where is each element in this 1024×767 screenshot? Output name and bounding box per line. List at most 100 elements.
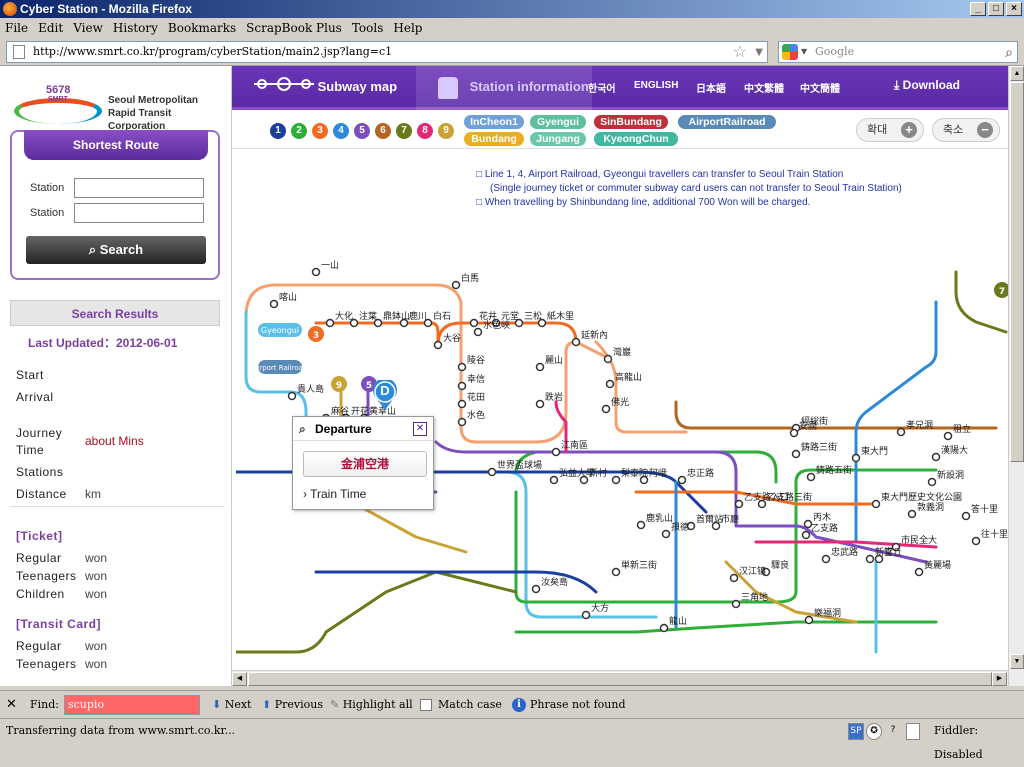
maximize-button[interactable]: □ <box>988 2 1004 16</box>
station-dot[interactable] <box>801 530 811 540</box>
station-label[interactable]: 孝兄洞 <box>906 420 933 431</box>
line-6-north-path[interactable] <box>674 400 998 430</box>
station-dot[interactable] <box>731 599 741 609</box>
station-label[interactable]: 江南區 <box>561 439 588 451</box>
station-label[interactable]: 汝矣島 <box>541 576 568 588</box>
fiddler-status[interactable]: Fiddler: Disabled <box>934 719 1024 767</box>
menu-scrapbook[interactable]: ScrapBook Plus <box>241 18 347 38</box>
close-find-icon[interactable]: ✕ <box>6 691 17 719</box>
station-dot[interactable] <box>806 472 816 482</box>
station-dot[interactable] <box>789 428 799 438</box>
station-label[interactable]: 租立 <box>953 423 971 435</box>
station-label[interactable]: 忠正路 <box>687 467 714 479</box>
station-dot[interactable] <box>611 567 621 577</box>
url-dropdown-icon[interactable]: ▼ <box>755 43 763 63</box>
station-label[interactable]: 花田 <box>467 391 485 403</box>
station-dot[interactable] <box>611 475 621 485</box>
line-7-button[interactable]: 7 <box>396 123 412 139</box>
scroll-down-arrow-icon[interactable]: ▼ <box>1010 654 1024 669</box>
station-dot[interactable] <box>457 399 467 409</box>
scroll-up-arrow-icon[interactable]: ▲ <box>1010 66 1024 81</box>
station-label[interactable]: 孭德 <box>671 521 689 533</box>
station-dot[interactable] <box>821 554 831 564</box>
station-dot[interactable] <box>473 327 483 337</box>
station-label[interactable]: 陵谷 <box>467 355 485 366</box>
help-icon[interactable]: ? <box>888 723 898 740</box>
station-dot[interactable] <box>729 573 739 583</box>
menu-file[interactable]: File <box>0 18 33 38</box>
line-kyeongchun-button[interactable]: KyeongChun <box>594 132 678 146</box>
station-label[interactable]: 乙支路入口 <box>744 491 789 503</box>
station-label[interactable]: 樂福洞 <box>814 607 841 619</box>
zoom-out-button[interactable]: 축소 − <box>932 118 1000 142</box>
download-button[interactable]: ⤓ Download <box>894 78 960 93</box>
station-label[interactable]: 延新內 <box>581 329 608 341</box>
station-label[interactable]: 水色峽 <box>483 319 510 331</box>
addon-icon[interactable]: ✪ <box>866 723 882 740</box>
station-label[interactable]: 鹿乳山 <box>646 512 673 524</box>
match-case-checkbox[interactable] <box>420 699 432 711</box>
station-label[interactable]: 龍山 <box>669 615 687 627</box>
station-dot[interactable] <box>871 499 881 509</box>
line-1-button[interactable]: 1 <box>270 123 286 139</box>
station-dot[interactable] <box>896 427 906 437</box>
station-label[interactable]: 新村 <box>589 467 607 479</box>
station-label[interactable]: 喀山 <box>279 291 297 303</box>
station-label[interactable]: 水色 <box>467 409 485 421</box>
station-dot[interactable] <box>457 381 467 391</box>
find-input[interactable]: scupio <box>64 695 200 715</box>
station-label[interactable]: 東大門歷史文化公園 <box>881 491 962 503</box>
close-window-button[interactable]: × <box>1006 2 1022 16</box>
station-label[interactable]: 阿峨 <box>649 467 667 479</box>
station-dot[interactable] <box>865 554 875 564</box>
menu-bookmarks[interactable]: Bookmarks <box>163 18 241 38</box>
station-label[interactable]: 黃麗場 <box>924 559 951 571</box>
station-label[interactable]: 市民全大 <box>901 534 937 546</box>
station-label[interactable]: 一山 <box>321 260 339 271</box>
station-label[interactable]: 佛光 <box>611 396 629 408</box>
station-dot[interactable] <box>636 520 646 530</box>
menu-view[interactable]: View <box>68 18 108 38</box>
station-dot[interactable] <box>311 267 321 277</box>
station-dot[interactable] <box>659 623 669 633</box>
menu-help[interactable]: Help <box>388 18 427 38</box>
google-icon[interactable] <box>782 44 798 60</box>
station-label[interactable]: 汉江镇 <box>739 565 766 577</box>
line-2-south-path[interactable] <box>514 468 938 604</box>
station-label[interactable]: 忠武路 <box>831 546 858 558</box>
line-gyeongui-button[interactable]: Gyengui <box>530 115 586 129</box>
station-dot[interactable] <box>269 299 279 309</box>
menu-tools[interactable]: Tools <box>347 18 389 38</box>
station-label[interactable]: 答十里 <box>971 503 998 515</box>
station-label[interactable]: 麗山 <box>545 355 563 366</box>
menu-edit[interactable]: Edit <box>33 18 68 38</box>
station-dot[interactable] <box>907 509 917 519</box>
line-sinbundang-button[interactable]: SinBundang <box>594 115 668 129</box>
station-dot[interactable] <box>914 567 924 577</box>
line-3-button[interactable]: 3 <box>312 123 328 139</box>
station-dot[interactable] <box>851 453 861 463</box>
subway-map[interactable]: 喀山 大化 注葉 鼎鉢山 鹿川 白石 白馬 大谷 花井 元堂 三松 紙木里 延新內 灣巖 麗山 陵谷 幸信 花田水… <box>236 152 1008 686</box>
station-label[interactable]: 大方 <box>591 602 609 614</box>
station-dot[interactable] <box>661 529 671 539</box>
menu-history[interactable]: History <box>108 18 163 38</box>
sp-icon[interactable]: SP <box>848 723 864 740</box>
station-dot[interactable] <box>927 477 937 487</box>
station-label[interactable]: 紙木里 <box>547 310 574 322</box>
station-dot[interactable] <box>457 417 467 427</box>
minimize-button[interactable]: _ <box>970 2 986 16</box>
route-search-button[interactable]: ⌕ Search <box>26 236 206 264</box>
station-label[interactable]: 敦義洞 <box>917 501 944 513</box>
popup-close-button[interactable]: ✕ <box>413 422 427 436</box>
train-time-link[interactable]: › Train Time <box>303 487 366 501</box>
station-dot[interactable] <box>325 318 335 328</box>
station-dot[interactable] <box>734 499 744 509</box>
station-dot[interactable] <box>581 610 591 620</box>
station-label[interactable]: 鼎鉢山 <box>383 310 410 322</box>
station-dot[interactable] <box>677 475 687 485</box>
station-label[interactable]: 乙支路 <box>811 522 838 534</box>
line-airport-railroad-button[interactable]: AirportRailroad <box>678 115 776 129</box>
station-label[interactable]: 貴人島 <box>297 383 324 395</box>
station-dot[interactable] <box>451 280 461 290</box>
station-dot[interactable] <box>549 475 559 485</box>
